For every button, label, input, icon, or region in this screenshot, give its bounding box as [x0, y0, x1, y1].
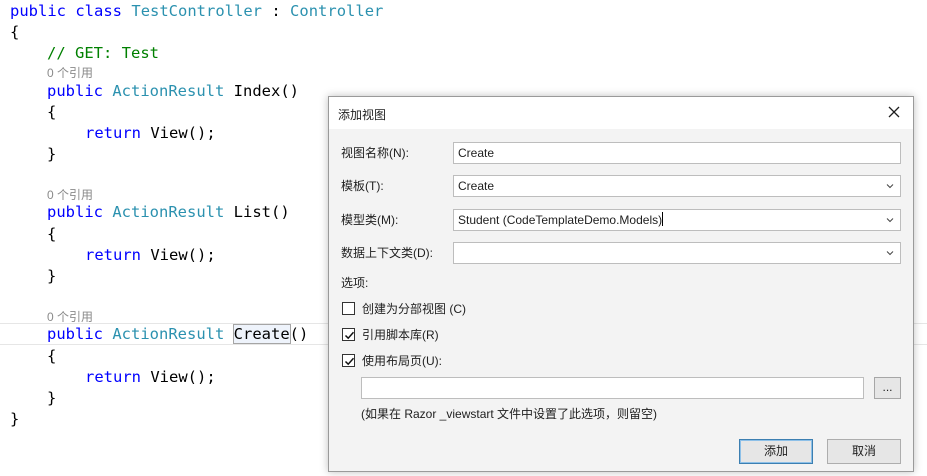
template-label: 模板(T): — [341, 179, 384, 193]
close-icon[interactable] — [883, 101, 905, 123]
chevron-down-icon — [886, 218, 894, 223]
return-statement: return View(); — [85, 368, 216, 386]
checkmark-icon — [344, 331, 355, 340]
checkmark-icon — [344, 357, 355, 366]
layout-hint-text: (如果在 Razor _viewstart 文件中设置了此选项，则留空) — [361, 407, 658, 421]
class-open-brace: { — [10, 23, 20, 41]
reference-count-lens[interactable]: 0 个引用 — [47, 65, 93, 81]
class-declaration-line: public class TestController : Controller — [10, 2, 384, 20]
selected-identifier: Create — [232, 324, 291, 344]
data-context-select[interactable] — [453, 242, 901, 264]
method-close-brace: } — [47, 267, 57, 285]
layout-path-input[interactable] — [361, 377, 864, 399]
class-close-brace: } — [10, 410, 20, 428]
text-caret — [662, 212, 664, 226]
browse-button[interactable]: ... — [874, 377, 901, 399]
get-comment: // GET: Test — [47, 44, 159, 62]
method-signature-create: public ActionResult Create() — [47, 324, 309, 344]
data-context-label: 数据上下文类(D): — [341, 246, 433, 260]
method-signature-index: public ActionResult Index() — [47, 82, 300, 100]
dialog-titlebar[interactable]: 添加视图 — [329, 97, 913, 129]
model-class-select[interactable]: Student (CodeTemplateDemo.Models) — [453, 209, 901, 231]
dialog-body: 视图名称(N): Create 模板(T): Create 模型类(M): St… — [329, 129, 913, 471]
script-library-checkbox[interactable] — [342, 328, 355, 341]
method-close-brace: } — [47, 145, 57, 163]
reference-count-lens[interactable]: 0 个引用 — [47, 309, 93, 325]
add-view-dialog: 添加视图 视图名称(N): Create 模板(T): Create 模型类(M… — [328, 96, 914, 472]
partial-view-checkbox[interactable] — [342, 302, 355, 315]
chevron-down-icon — [886, 184, 894, 189]
view-name-input[interactable]: Create — [453, 142, 901, 164]
method-signature-list: public ActionResult List() — [47, 203, 290, 221]
method-open-brace: { — [47, 103, 57, 121]
method-open-brace: { — [47, 225, 57, 243]
view-name-label: 视图名称(N): — [341, 146, 409, 160]
dialog-title: 添加视图 — [338, 108, 387, 122]
cancel-button[interactable]: 取消 — [827, 439, 901, 464]
template-select[interactable]: Create — [453, 175, 901, 197]
method-close-brace: } — [47, 389, 57, 407]
reference-count-lens[interactable]: 0 个引用 — [47, 187, 93, 203]
add-button[interactable]: 添加 — [739, 439, 813, 464]
return-statement: return View(); — [85, 246, 216, 264]
chevron-down-icon — [886, 251, 894, 256]
return-statement: return View(); — [85, 124, 216, 142]
options-heading: 选项: — [341, 276, 369, 290]
method-open-brace: { — [47, 347, 57, 365]
model-class-label: 模型类(M): — [341, 213, 399, 227]
layout-page-checkbox[interactable] — [342, 354, 355, 367]
